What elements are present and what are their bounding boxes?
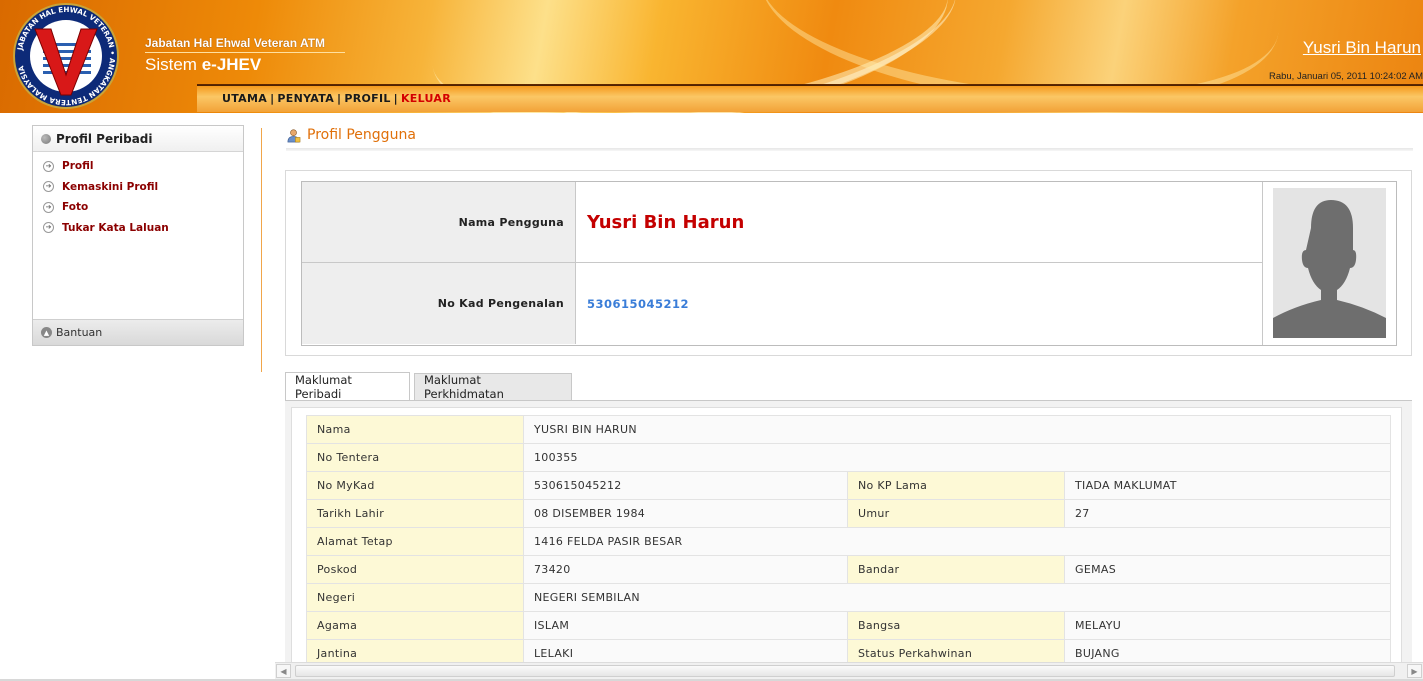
field-value: 08 DISEMBER 1984	[523, 499, 848, 528]
nav-separator: |	[393, 92, 398, 105]
current-user-link[interactable]: Yusri Bin Harun	[1303, 38, 1421, 58]
nav-separator: |	[270, 92, 275, 105]
field-value: TIADA MAKLUMAT	[1064, 471, 1391, 500]
field-value: YUSRI BIN HARUN	[523, 415, 1391, 444]
jhev-logo-icon: JABATAN HAL EHWAL VETERAN • ANGKATAN TEN…	[13, 3, 119, 109]
profile-photo-placeholder-icon	[1273, 188, 1386, 338]
field-value: BUJANG	[1064, 639, 1391, 662]
system-brand: e-JHEV	[201, 55, 262, 74]
sidebar-item-profil[interactable]: ➔ Profil	[33, 156, 243, 177]
tab-maklumat-peribadi[interactable]: Maklumat Peribadi	[285, 372, 410, 401]
table-row: Alamat Tetap 1416 FELDA PASIR BESAR	[306, 527, 1391, 556]
user-profile-icon	[287, 128, 301, 142]
sidebar-item-label: Foto	[62, 201, 89, 214]
profile-card: Nama Pengguna Yusri Bin Harun No Kad Pen…	[301, 181, 1397, 346]
table-row: Tarikh Lahir 08 DISEMBER 1984 Umur 27	[306, 499, 1391, 528]
field-label: Bandar	[847, 555, 1065, 584]
page-title-text: Profil Pengguna	[307, 127, 416, 143]
field-value: MELAYU	[1064, 611, 1391, 640]
scroll-left-icon[interactable]: ◀	[276, 664, 291, 678]
ic-label: No Kad Pengenalan	[302, 263, 576, 344]
vertical-divider	[261, 128, 262, 372]
tab-panel: Nama YUSRI BIN HARUN No Tentera 100355 N…	[285, 400, 1412, 662]
sidebar-item-kemaskini-profil[interactable]: ➔ Kemaskini Profil	[33, 177, 243, 198]
field-label: No MyKad	[306, 471, 524, 500]
field-label: Negeri	[306, 583, 524, 612]
horizontal-scrollbar[interactable]: ◀ ▶	[275, 662, 1423, 679]
system-name: Sistem e-JHEV	[145, 55, 261, 75]
field-label: Tarikh Lahir	[306, 499, 524, 528]
field-value: 27	[1064, 499, 1391, 528]
field-label: Agama	[306, 611, 524, 640]
field-label: Alamat Tetap	[306, 527, 524, 556]
table-row: No MyKad 530615045212 No KP Lama TIADA M…	[306, 471, 1391, 500]
field-label: Nama	[306, 415, 524, 444]
scroll-right-icon[interactable]: ▶	[1407, 664, 1422, 678]
table-row: Negeri NEGERI SEMBILAN	[306, 583, 1391, 612]
field-label: Poskod	[306, 555, 524, 584]
nav-item-keluar[interactable]: KELUAR	[401, 92, 451, 105]
page-title: Profil Pengguna	[286, 127, 416, 143]
sidebar-item-label: Kemaskini Profil	[62, 180, 159, 193]
table-row: Poskod 73420 Bandar GEMAS	[306, 555, 1391, 584]
field-label: Umur	[847, 499, 1065, 528]
sidebar-item-foto[interactable]: ➔ Foto	[33, 197, 243, 218]
nav-item-utama[interactable]: UTAMA	[222, 92, 267, 105]
field-value: 73420	[523, 555, 848, 584]
field-value: ISLAM	[523, 611, 848, 640]
field-label: No KP Lama	[847, 471, 1065, 500]
sidebar-menu: ➔ Profil ➔ Kemaskini Profil ➔ Foto ➔ Tuk…	[33, 152, 243, 238]
organization-name: Jabatan Hal Ehwal Veteran ATM	[145, 36, 326, 50]
name-label: Nama Pengguna	[302, 182, 576, 262]
title-underline	[145, 52, 345, 53]
current-datetime: Rabu, Januari 05, 2011 10:24:02 AM	[1268, 71, 1423, 82]
scrollbar-thumb[interactable]	[295, 665, 1395, 677]
profile-row-ic: No Kad Pengenalan 530615045212	[302, 263, 1262, 344]
field-value: 530615045212	[523, 471, 848, 500]
bullet-icon	[41, 133, 51, 144]
header-banner: JABATAN HAL EHWAL VETERAN • ANGKATAN TEN…	[0, 0, 1423, 113]
field-label: No Tentera	[306, 443, 524, 472]
title-rule	[286, 148, 1413, 151]
main-navbar: UTAMA | PENYATA | PROFIL | KELUAR	[197, 84, 1423, 112]
name-value: Yusri Bin Harun	[587, 211, 745, 233]
sidebar-item-label: Tukar Kata Laluan	[62, 221, 169, 234]
sidebar-help-bar[interactable]: ▲ Bantuan	[33, 319, 243, 345]
field-value: 100355	[523, 443, 1391, 472]
sidebar-header: Profil Peribadi	[33, 126, 243, 152]
details-container: Nama YUSRI BIN HARUN No Tentera 100355 N…	[291, 407, 1402, 662]
sidebar-title: Profil Peribadi	[56, 131, 153, 146]
table-row: Nama YUSRI BIN HARUN	[306, 415, 1391, 444]
help-label: Bantuan	[56, 326, 103, 339]
arrow-right-icon: ➔	[43, 222, 54, 234]
tab-maklumat-perkhidmatan[interactable]: Maklumat Perkhidmatan	[414, 373, 572, 401]
field-value: NEGERI SEMBILAN	[523, 583, 1391, 612]
ic-value: 530615045212	[587, 296, 690, 311]
sidebar-panel: Profil Peribadi ➔ Profil ➔ Kemaskini Pro…	[32, 125, 244, 346]
field-label: Status Perkahwinan	[847, 639, 1065, 662]
table-row: Agama ISLAM Bangsa MELAYU	[306, 611, 1391, 640]
table-row: No Tentera 100355	[306, 443, 1391, 472]
table-row: Jantina LELAKI Status Perkahwinan BUJANG	[306, 639, 1391, 662]
profile-row-name: Nama Pengguna Yusri Bin Harun	[302, 182, 1262, 263]
photo-cell	[1262, 182, 1396, 345]
arrow-right-icon: ➔	[43, 201, 54, 213]
sidebar-item-tukar-kata-laluan[interactable]: ➔ Tukar Kata Laluan	[33, 218, 243, 239]
personal-details-table: Nama YUSRI BIN HARUN No Tentera 100355 N…	[306, 415, 1391, 662]
profile-summary-box: Nama Pengguna Yusri Bin Harun No Kad Pen…	[285, 170, 1412, 356]
sidebar-item-label: Profil	[62, 160, 94, 173]
chevron-up-icon: ▲	[41, 327, 52, 338]
field-label: Bangsa	[847, 611, 1065, 640]
system-prefix: Sistem	[145, 55, 197, 74]
nav-separator: |	[337, 92, 342, 105]
arrow-right-icon: ➔	[43, 181, 54, 193]
nav-item-profil[interactable]: PROFIL	[344, 92, 390, 105]
field-value: GEMAS	[1064, 555, 1391, 584]
arrow-right-icon: ➔	[43, 160, 54, 172]
nav-item-penyata[interactable]: PENYATA	[277, 92, 334, 105]
field-value: LELAKI	[523, 639, 848, 662]
field-value: 1416 FELDA PASIR BESAR	[523, 527, 1391, 556]
field-label: Jantina	[306, 639, 524, 662]
